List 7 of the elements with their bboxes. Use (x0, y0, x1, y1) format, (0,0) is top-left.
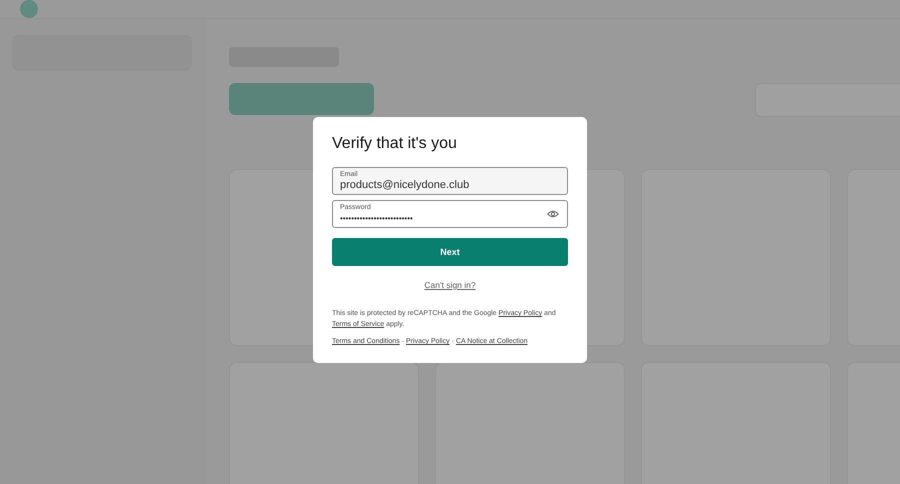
cant-sign-in-link[interactable]: Can't sign in? (424, 280, 476, 290)
blurred-logo-icon (20, 0, 38, 18)
field-value: •••••••••••••••••••••••••• (340, 213, 414, 225)
field-value: products@nicelydone.club (340, 179, 470, 192)
dialog-title: Verify that it's you (332, 135, 458, 153)
eye-icon[interactable] (547, 210, 559, 218)
next-button[interactable]: Next (332, 238, 568, 266)
